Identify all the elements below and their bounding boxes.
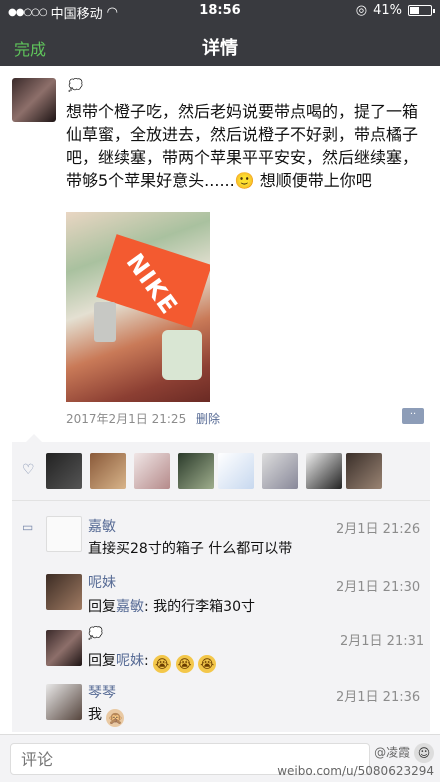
bottle-shape: [162, 330, 202, 380]
top-bar: ●●○○○ 中国移动 ◠ 18:56 ◎ 41% 完成 详情: [0, 0, 440, 66]
status-bar: ●●○○○ 中国移动 ◠ 18:56 ◎ 41%: [0, 0, 440, 22]
reply-target[interactable]: 呢妹: [116, 653, 144, 669]
watermark: @凌霞 ☺ weibo.com/u/5080623294: [277, 743, 434, 779]
comment-text: 回复呢妹: 😭 😭 😭: [88, 650, 217, 673]
monkey-emoji-icon: 🙊: [106, 709, 125, 727]
like-avatar[interactable]: [178, 453, 214, 489]
delete-link[interactable]: 删除: [196, 410, 220, 427]
reply-body: : 我的行李箱30寸: [144, 599, 255, 615]
comment-author[interactable]: 呢妹: [88, 572, 116, 592]
speech-bubble-icon: 💭: [68, 78, 83, 92]
page-title: 详情: [202, 38, 238, 59]
post-photo[interactable]: NIKE: [66, 212, 210, 402]
battery-icon: [408, 5, 435, 16]
watermark-url: weibo.com/u/5080623294: [277, 764, 434, 778]
comment-time: 2月1日 21:36: [336, 690, 421, 705]
crying-emoji-icon: 😭: [153, 655, 172, 673]
comment-time: 2月1日 21:31: [340, 634, 425, 649]
reply-prefix: 回复: [88, 653, 116, 669]
reply-body: :: [144, 653, 149, 669]
like-avatar[interactable]: [262, 453, 298, 489]
status-right: ◎ 41%: [355, 3, 435, 18]
comment-bar: @凌霞 ☺ weibo.com/u/5080623294: [0, 734, 440, 782]
post-text: 想带个橙子吃，然后老妈说要带点喝的，提了一箱仙草蜜，全放进去，然后说橙子不好剥，…: [66, 102, 419, 190]
comment-author[interactable]: 琴琴: [88, 682, 116, 702]
crying-emoji-icon: 😭: [198, 655, 217, 673]
more-actions-button[interactable]: ··: [402, 408, 424, 424]
battery-percent: 41%: [373, 3, 402, 18]
post-timestamp: 2017年2月1日 21:25: [66, 412, 187, 426]
heart-icon: ♡: [22, 462, 35, 478]
like-avatar[interactable]: [90, 453, 126, 489]
comment-time: 2月1日 21:26: [336, 522, 421, 537]
crying-emoji-icon: 😭: [175, 655, 194, 673]
likes-divider: [12, 500, 430, 501]
reply-prefix: 回复: [88, 599, 116, 615]
lock-rotation-icon: ◎: [355, 3, 368, 18]
comment-avatar[interactable]: [46, 574, 82, 610]
can-shape: [94, 302, 116, 342]
comment-author[interactable]: 嘉敏: [88, 516, 116, 536]
comment-text: 回复嘉敏: 我的行李箱30寸: [88, 596, 255, 616]
comment-time: 2月1日 21:30: [336, 580, 421, 595]
speech-bubble-icon: 💭: [88, 626, 103, 640]
mascot-icon: ☺: [414, 743, 434, 763]
comment-avatar[interactable]: [46, 684, 82, 720]
comment-icon: ▭: [22, 520, 34, 534]
reply-target[interactable]: 嘉敏: [116, 599, 144, 615]
like-avatar[interactable]: [306, 453, 342, 489]
like-avatar[interactable]: [134, 453, 170, 489]
like-avatar[interactable]: [218, 453, 254, 489]
post-author-avatar[interactable]: [12, 78, 56, 122]
like-avatar[interactable]: [346, 453, 382, 489]
like-avatar[interactable]: [46, 453, 82, 489]
comment-text: 我 🙊: [88, 704, 125, 727]
comment-avatar[interactable]: [46, 630, 82, 666]
comment-avatar[interactable]: [46, 516, 82, 552]
watermark-handle: @凌霞: [374, 745, 411, 760]
comment-body: 我: [88, 707, 102, 723]
comment-text: 直接买28寸的箱子 什么都可以带: [88, 541, 293, 557]
